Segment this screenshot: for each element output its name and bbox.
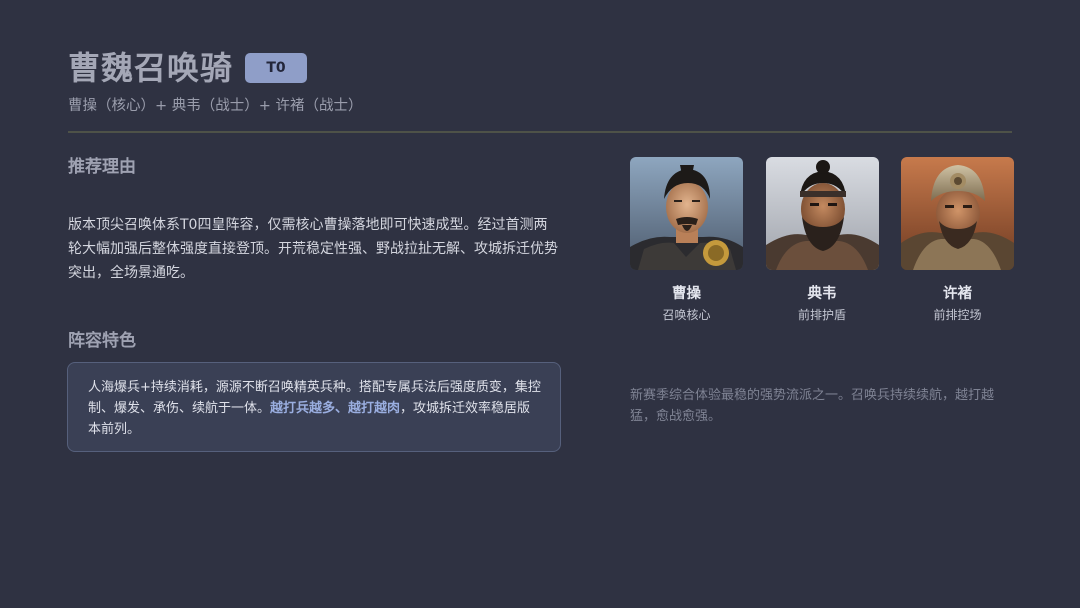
features-box: 人海爆兵+持续消耗，源源不断召唤精英兵种。搭配专属兵法后强度质变，集控制、爆发、… <box>67 362 561 452</box>
header-divider <box>68 131 1012 133</box>
hero-role: 前排护盾 <box>797 308 846 322</box>
features-highlight: 越打兵越多、越打越肉 <box>270 401 401 416</box>
hero-role: 前排控场 <box>933 308 982 322</box>
caocao-portrait-image <box>630 157 743 270</box>
hero-card-caocao[interactable]: 曹操 召唤核心 <box>630 157 743 323</box>
reason-body: 版本顶尖召唤体系T0四皇阵容，仅需核心曹操落地即可快速成型。经过首测两轮大幅加强… <box>68 217 558 281</box>
hero-card-xuchu[interactable]: 许褚 前排控场 <box>901 157 1014 323</box>
hero-name: 曹操 <box>672 286 701 302</box>
hero-name: 许褚 <box>943 286 972 302</box>
summary-note: 新赛季综合体验最稳的强势流派之一。召唤兵持续续航，越打越猛，愈战愈强。 <box>630 388 995 424</box>
reason-heading: 推荐理由 <box>68 157 136 177</box>
page-title: 曹魏召唤骑 <box>68 49 234 87</box>
dianwei-portrait-image <box>765 157 879 270</box>
hero-role: 召唤核心 <box>662 308 711 322</box>
title-row: 曹魏召唤骑 T0 <box>68 44 308 92</box>
xuchu-portrait-image <box>901 157 1014 270</box>
lineup-subtitle: 曹操（核心）+ 典韦（战士）+ 许褚（战士） <box>68 98 363 114</box>
lineup-slide: 曹魏召唤骑 T0 曹操（核心）+ 典韦（战士）+ 许褚（战士） 推荐理由 版本顶… <box>0 0 1080 608</box>
hero-name: 典韦 <box>807 286 837 302</box>
hero-list: 曹操 召唤核心 典韦 前排护盾 许褚 前排控场 <box>630 157 1014 323</box>
hero-card-dianwei[interactable]: 典韦 前排护盾 <box>765 157 879 323</box>
tier-badge: T0 <box>245 53 308 83</box>
features-heading: 阵容特色 <box>68 331 136 351</box>
